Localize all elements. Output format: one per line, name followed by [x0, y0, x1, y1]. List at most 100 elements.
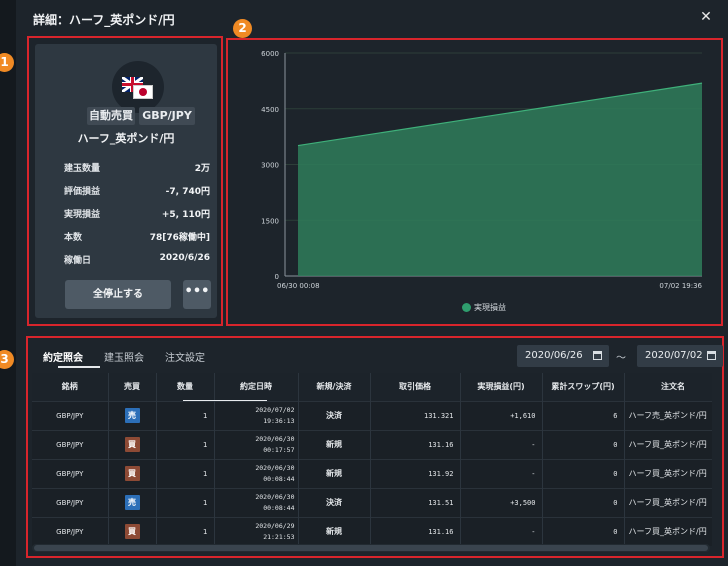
cell-swap: 0 [542, 458, 625, 488]
cell-price: 131.51 [370, 487, 461, 517]
header-side[interactable]: 売買 [108, 373, 157, 401]
cell-time: 19:36:13 [263, 416, 295, 425]
background-strip [0, 0, 16, 566]
date-separator: ～ [616, 353, 626, 364]
cell-order-name: ハーフ買_英ポンド/円 [624, 516, 712, 546]
cell-symbol: GBP/JPY [32, 458, 109, 488]
close-icon[interactable]: ✕ [698, 8, 714, 26]
cell-symbol: GBP/JPY [32, 487, 109, 517]
legend-label: 実現損益 [474, 303, 506, 312]
sort-indicator [183, 400, 267, 401]
cell-side: 買 [108, 516, 157, 546]
side-badge: 売 [124, 408, 140, 423]
cell-datetime: 2020/06/30 00:08:44 [214, 487, 299, 517]
cell-date: 2020/07/02 [255, 405, 295, 414]
side-badge: 売 [124, 495, 140, 510]
cell-price: 131.16 [370, 429, 461, 459]
cell-swap: 0 [542, 487, 625, 517]
strategy-name: ハーフ_英ポンド/円 [77, 132, 175, 145]
header-datetime[interactable]: 約定日時 [214, 373, 299, 401]
side-badge: 買 [124, 437, 140, 452]
stat-realized-pnl: 実現損益 +5, 110円 [64, 210, 210, 220]
cell-open-close: 決済 [298, 400, 371, 430]
cell-date: 2020/06/29 [255, 521, 295, 530]
header-swap[interactable]: 累計スワップ(円) [542, 373, 625, 401]
header-quantity[interactable]: 数量 [156, 373, 215, 401]
cell-swap: 0 [542, 429, 625, 459]
active-tab-indicator [58, 366, 100, 368]
cell-side: 売 [108, 400, 157, 430]
stop-all-button[interactable]: 全停止する [65, 280, 171, 309]
header-open-close[interactable]: 新規/決済 [298, 373, 371, 401]
cell-open-close: 新規 [298, 516, 371, 546]
stat-position-quantity: 建玉数量 2万 [64, 164, 210, 174]
cell-price: 131.92 [370, 458, 461, 488]
header-price[interactable]: 取引価格 [370, 373, 461, 401]
cell-realized-pnl: - [460, 458, 543, 488]
cell-date: 2020/06/30 [255, 434, 295, 443]
cell-time: 00:08:44 [263, 503, 295, 512]
stat-unrealized-pnl: 評価損益 -7, 740円 [64, 187, 210, 197]
x-tick-label: 07/02 19:36 [659, 282, 702, 290]
pnl-area-chart: 0 1500 3000 4500 6000 06/30 00:08 07/02 19:36 [261, 50, 702, 290]
cell-datetime: 2020/07/02 19:36:13 [214, 400, 299, 430]
auto-trade-tag: 自動売買 [87, 107, 135, 125]
cell-date: 2020/06/30 [255, 492, 295, 501]
header-symbol[interactable]: 銘柄 [32, 373, 109, 401]
tab-positions[interactable]: 建玉照会 [104, 349, 144, 364]
y-tick-label: 4500 [261, 106, 279, 114]
cell-datetime: 2020/06/30 00:17:57 [214, 429, 299, 459]
dialog-title: 詳細：ハーフ_英ポンド/円 [33, 13, 175, 27]
cell-quantity: 1 [156, 429, 215, 459]
tab-order-settings[interactable]: 注文設定 [165, 349, 205, 364]
cell-order-name: ハーフ買_英ポンド/円 [624, 429, 712, 459]
executions-table: 銘柄 売買 数量 約定日時 新規/決済 取引価格 実現損益(円) 累計スワップ(… [32, 373, 712, 548]
cell-order-name: ハーフ売_英ポンド/円 [624, 400, 712, 430]
cell-swap: 6 [542, 400, 625, 430]
cell-realized-pnl: +1,610 [460, 400, 543, 430]
cell-open-close: 新規 [298, 458, 371, 488]
cell-time: 00:08:44 [263, 474, 295, 483]
cell-datetime: 2020/06/29 21:21:53 [214, 516, 299, 546]
cell-symbol: GBP/JPY [32, 429, 109, 459]
cell-price: 131.16 [370, 516, 461, 546]
horizontal-scrollbar[interactable] [34, 545, 708, 551]
header-order-name[interactable]: 注文名 [624, 373, 712, 401]
cell-time: 21:21:53 [263, 532, 295, 541]
summary-card: 自動売買 GBP/JPY ハーフ_英ポンド/円 建玉数量 2万 評価損益 -7,… [35, 44, 217, 318]
more-options-button[interactable]: ••• [183, 280, 211, 309]
date-from-field[interactable]: 2020/06/26 [517, 345, 609, 367]
date-to-field[interactable]: 2020/07/02 [637, 345, 723, 367]
cell-time: 00:17:57 [263, 445, 295, 454]
calendar-icon [707, 351, 716, 360]
side-badge: 買 [124, 524, 140, 540]
cell-price: 131.321 [370, 400, 461, 430]
cell-datetime: 2020/06/30 00:08:44 [214, 458, 299, 488]
cell-symbol: GBP/JPY [32, 516, 109, 546]
cell-realized-pnl: - [460, 429, 543, 459]
area-series-realized-pnl [298, 83, 702, 276]
currency-pair-tag: GBP/JPY [139, 107, 195, 125]
table-row[interactable]: GBP/JPY 買 1 2020/06/30 00:08:44 新規 131.92-0 ハーフ… [32, 458, 712, 488]
y-tick-label: 6000 [261, 50, 279, 58]
calendar-icon [593, 351, 602, 360]
table-row[interactable]: GBP/JPY 買 1 2020/06/29 21:21:53 新規 131.16-0 ハーフ… [32, 516, 712, 546]
cell-date: 2020/06/30 [255, 463, 295, 472]
table-row[interactable]: GBP/JPY 売 1 2020/06/30 00:08:44 決済 131.51 +3,50… [32, 487, 712, 517]
side-badge: 買 [124, 466, 140, 481]
cell-quantity: 1 [156, 487, 215, 517]
table-row[interactable]: GBP/JPY 売 1 2020/07/02 19:36:13 決済 131.321 +1,6… [32, 400, 712, 430]
header-realized-pnl[interactable]: 実現損益(円) [460, 373, 543, 401]
currency-flag-icon [112, 61, 164, 113]
cell-swap: 0 [542, 516, 625, 546]
legend-marker [462, 303, 471, 312]
table-row[interactable]: GBP/JPY 買 1 2020/06/30 00:17:57 新規 131.16-0 ハーフ… [32, 429, 712, 459]
cell-quantity: 1 [156, 400, 215, 430]
cell-quantity: 1 [156, 516, 215, 546]
y-tick-label: 0 [275, 273, 279, 281]
cell-side: 買 [108, 429, 157, 459]
cell-symbol: GBP/JPY [32, 400, 109, 430]
cell-order-name: ハーフ買_英ポンド/円 [624, 487, 712, 517]
stat-start-date: 稼働日 2020/6/26 [64, 253, 210, 266]
tab-executions[interactable]: 約定照会 [43, 349, 83, 364]
